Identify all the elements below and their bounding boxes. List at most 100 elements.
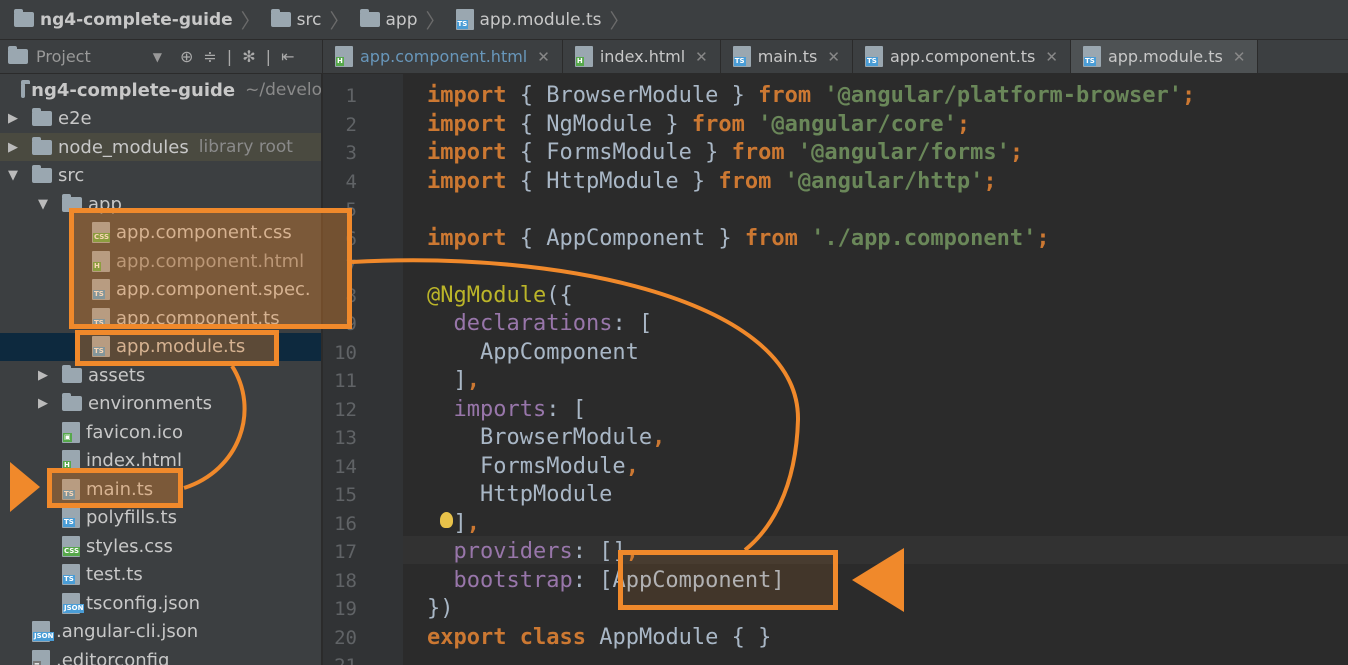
close-icon[interactable]: ✕ xyxy=(1045,48,1058,66)
code-token: declarations xyxy=(453,311,613,336)
app-module-highlight xyxy=(75,330,279,366)
tree-item[interactable]: ▣ favicon.ico xyxy=(0,418,321,446)
code-line[interactable]: }) xyxy=(427,595,454,623)
line-number: 11 xyxy=(334,370,357,392)
tree-item-hint: library root xyxy=(198,137,293,157)
line-number: 19 xyxy=(334,598,357,620)
code-line[interactable]: import { NgModule } from '@angular/core'… xyxy=(427,111,970,139)
code-token: import xyxy=(427,168,507,194)
tree-item[interactable]: ≡ .editorconfig xyxy=(0,646,321,665)
close-icon[interactable]: ✕ xyxy=(827,48,840,66)
code-line[interactable]: import { AppComponent } from './app.comp… xyxy=(427,225,1050,253)
tree-item[interactable]: JSON tsconfig.json xyxy=(0,589,321,617)
chevron-down-icon[interactable]: ▼ xyxy=(153,50,162,64)
code-line[interactable]: AppComponent xyxy=(427,339,639,367)
tree-item-label: polyfills.ts xyxy=(86,507,177,528)
tree-item[interactable]: ▶ node_modules library root xyxy=(0,133,321,161)
code-token: { FormsModule } xyxy=(506,140,732,165)
code-token: class xyxy=(519,624,586,650)
code-token: ; xyxy=(956,111,971,137)
code-token: import xyxy=(427,225,507,251)
tree-item[interactable]: JSON .angular-cli.json xyxy=(0,618,321,646)
code-line[interactable]: providers: [], xyxy=(427,538,639,566)
code-token: from xyxy=(691,111,745,137)
tab-label: main.ts xyxy=(757,47,818,66)
expand-right-icon[interactable]: ▶ xyxy=(6,140,20,155)
panel-tools[interactable]: ⊕≑|✻|⇤ xyxy=(180,47,304,66)
code-line[interactable]: imports: [ xyxy=(427,396,586,424)
code-token: { BrowserModule } xyxy=(506,83,759,108)
tree-item-hint: ~/develo xyxy=(245,80,322,100)
tree-item[interactable]: TS test.ts xyxy=(0,561,321,589)
main-ts-highlight xyxy=(47,468,183,508)
code-token: AppComponent xyxy=(427,339,639,365)
close-icon[interactable]: ✕ xyxy=(1233,48,1246,66)
tab-main-ts[interactable]: TS main.ts ✕ xyxy=(721,40,853,73)
ts-file-icon: TS xyxy=(455,9,474,30)
tab-label: index.html xyxy=(599,47,686,66)
code-line[interactable]: HttpModule xyxy=(427,481,612,509)
lightbulb-icon[interactable] xyxy=(440,512,453,528)
line-number: 14 xyxy=(334,455,357,478)
expand-down-icon[interactable]: ▼ xyxy=(36,197,50,212)
tab-app-component-html[interactable]: Happ.component.html ✕ xyxy=(323,40,563,73)
project-panel-header: Project ▼ ⊕≑|✻|⇤ xyxy=(0,40,322,74)
code-token: { AppComponent } xyxy=(506,225,745,251)
close-icon[interactable]: ✕ xyxy=(695,48,708,66)
code-token: from xyxy=(731,140,785,165)
expand-down-icon[interactable]: ▼ xyxy=(6,168,20,183)
code-token: from xyxy=(744,225,798,251)
line-number: 20 xyxy=(334,626,357,649)
code-token: ] xyxy=(427,368,467,393)
code-line[interactable]: ], xyxy=(427,367,480,395)
tree-item[interactable]: ▶ e2e xyxy=(0,105,321,133)
breadcrumb-item[interactable]: src xyxy=(270,9,322,30)
tab-label: app.component.html xyxy=(360,47,528,66)
code-line[interactable]: export class AppModule { } xyxy=(427,624,771,652)
plain-file-icon: ≡ xyxy=(32,649,50,665)
close-icon[interactable]: ✕ xyxy=(537,48,550,66)
code-line[interactable]: ], xyxy=(427,510,480,538)
project-folder-icon xyxy=(8,46,28,64)
breadcrumb-item[interactable]: ng4-complete-guide xyxy=(14,9,233,30)
tab-index-html[interactable]: Hindex.html ✕ xyxy=(563,40,721,73)
code-token: '@angular/forms' xyxy=(797,140,1010,165)
tree-item[interactable]: ng4-complete-guide ~/develo xyxy=(0,76,322,104)
code-token: , xyxy=(466,368,480,393)
code-line[interactable]: BrowserModule, xyxy=(427,424,665,452)
code-token: , xyxy=(466,510,480,536)
expand-right-icon[interactable]: ▶ xyxy=(36,396,50,411)
tree-item[interactable]: CSS styles.css xyxy=(0,532,321,560)
chevron-right-icon: 〉 xyxy=(329,9,350,33)
code-token: bootstrap xyxy=(453,567,573,593)
code-token: { HttpModule } xyxy=(506,168,719,194)
code-line[interactable]: FormsModule, xyxy=(427,453,639,481)
code-line[interactable]: import { HttpModule } from '@angular/htt… xyxy=(427,168,997,196)
ts-file-icon: TS xyxy=(864,46,883,67)
code-line[interactable]: declarations: [ xyxy=(427,310,653,338)
folder-icon xyxy=(32,165,52,183)
breadcrumb-item[interactable]: TS app.module.ts xyxy=(455,9,602,30)
code-editor[interactable]: import { BrowserModule } from '@angular/… xyxy=(403,74,1348,665)
expand-right-icon[interactable]: ▶ xyxy=(6,111,20,126)
code-token: import xyxy=(427,140,507,165)
code-line[interactable]: @NgModule({ xyxy=(427,282,573,310)
tab-app-module-ts[interactable]: TS app.module.ts ✕ xyxy=(1070,40,1259,73)
code-token: : [ xyxy=(546,396,586,422)
line-number: 13 xyxy=(334,427,357,449)
breadcrumb-item[interactable]: app xyxy=(359,9,418,30)
code-line[interactable]: import { BrowserModule } from '@angular/… xyxy=(427,82,1195,110)
project-panel-title[interactable]: Project xyxy=(36,47,91,66)
html-file-icon: H xyxy=(574,46,593,67)
tab-app-component-ts[interactable]: TS app.component.ts ✕ xyxy=(853,40,1071,73)
expand-right-icon[interactable]: ▶ xyxy=(36,368,50,383)
tree-item[interactable]: ▼ src xyxy=(0,162,321,190)
tree-item[interactable]: ▶ environments xyxy=(0,390,321,418)
breadcrumb-label: src xyxy=(296,9,322,30)
code-line[interactable]: import { FormsModule } from '@angular/fo… xyxy=(427,139,1023,167)
code-token: from xyxy=(718,168,772,194)
